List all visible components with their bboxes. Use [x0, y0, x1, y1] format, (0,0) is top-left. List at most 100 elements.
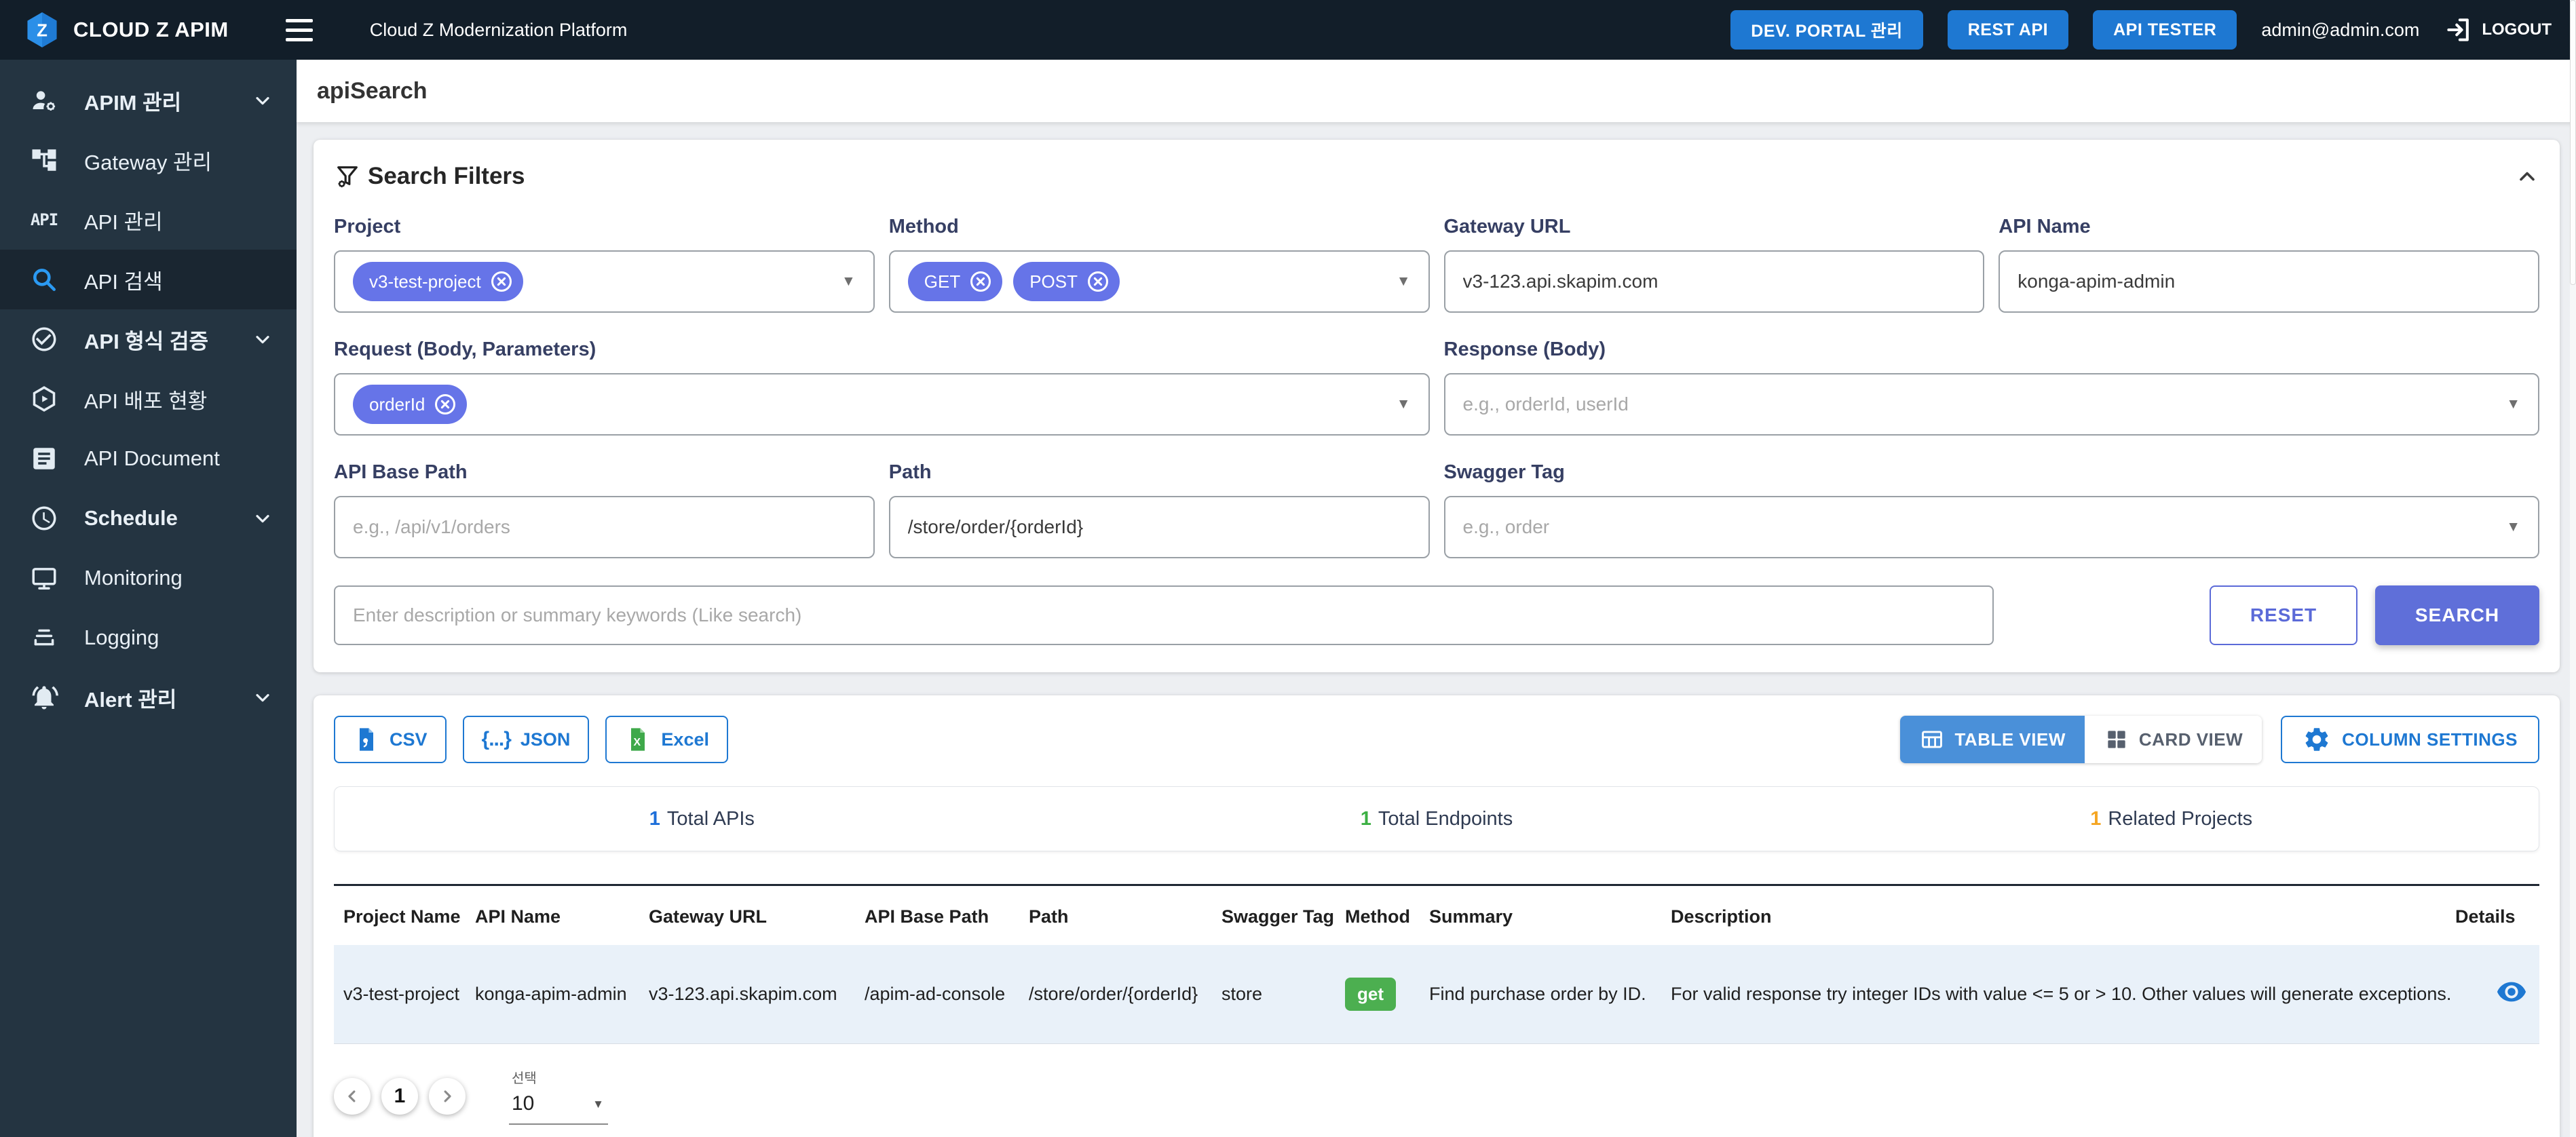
path-input[interactable] — [908, 516, 1411, 538]
menu-icon[interactable] — [282, 15, 317, 45]
export-csv-label: CSV — [390, 729, 428, 750]
brand-text: CLOUD Z APIM — [73, 18, 229, 42]
swagger-tag-input[interactable] — [1463, 516, 2491, 538]
api-text-icon: API — [29, 204, 60, 235]
reset-button[interactable]: RESET — [2210, 585, 2357, 645]
cell-gateway-url: v3-123.api.skapim.com — [649, 945, 865, 1044]
chip-label: v3-test-project — [369, 271, 481, 292]
chip-label: POST — [1029, 271, 1078, 292]
export-json-button[interactable]: {...} JSON — [463, 716, 590, 763]
stat-value: 1 — [2090, 808, 2101, 830]
monitor-icon — [29, 562, 60, 594]
sidebar-item-apim-admin[interactable]: APIM 관리 — [0, 71, 297, 130]
export-excel-button[interactable]: X Excel — [605, 716, 728, 763]
sidebar-item-api-validation[interactable]: API 형식 검증 — [0, 309, 297, 369]
api-name-label: API Name — [1999, 216, 2539, 238]
project-chip: v3-test-project — [353, 262, 523, 301]
dev-portal-button[interactable]: DEV. PORTAL 관리 — [1730, 10, 1922, 50]
topbar-actions: DEV. PORTAL 관리 REST API API TESTER admin… — [1730, 10, 2552, 50]
api-base-path-input[interactable] — [353, 516, 856, 538]
per-page-select[interactable]: 선택 10 ▼ — [509, 1067, 608, 1125]
remove-circle-icon[interactable] — [489, 269, 514, 294]
sidebar-item-api-admin[interactable]: API API 관리 — [0, 190, 297, 250]
prev-page-button[interactable] — [334, 1078, 371, 1115]
project-select[interactable]: v3-test-project ▼ — [334, 250, 875, 313]
chevron-down-icon[interactable] — [252, 687, 273, 708]
results-card: CSV {...} JSON X Excel TABLE VIEW — [314, 695, 2560, 1137]
request-select[interactable]: orderId ▼ — [334, 373, 1430, 436]
filter-method: Method GET POST — [889, 216, 1430, 313]
sidebar-item-api-document[interactable]: API Document — [0, 429, 297, 488]
platform-title: Cloud Z Modernization Platform — [370, 20, 628, 41]
logging-icon — [29, 622, 60, 653]
table-view-label: TABLE VIEW — [1954, 729, 2065, 750]
chevron-down-icon[interactable] — [252, 328, 273, 350]
swagger-tag-select[interactable]: ▼ — [1444, 496, 2540, 558]
sidebar-item-label: API Document — [84, 446, 220, 471]
response-select[interactable]: ▼ — [1444, 373, 2540, 436]
path-fieldbox — [889, 496, 1430, 558]
sidebar-item-logging[interactable]: Logging — [0, 608, 297, 668]
sidebar-item-api-deploy-status[interactable]: API 배포 현황 — [0, 369, 297, 429]
rest-api-button[interactable]: REST API — [1948, 10, 2068, 50]
chevron-down-icon[interactable] — [252, 507, 273, 529]
method-label: Method — [889, 216, 1430, 238]
response-label: Response (Body) — [1444, 339, 2540, 361]
filter-grid: Project v3-test-project ▼ Method — [334, 216, 2539, 558]
table-row[interactable]: v3-test-project konga-apim-admin v3-123.… — [334, 945, 2539, 1044]
filter-swagger-tag: Swagger Tag ▼ — [1444, 461, 2540, 558]
filter-project: Project v3-test-project ▼ — [334, 216, 875, 313]
view-details-button[interactable] — [2496, 976, 2527, 1007]
hexagon-deploy-icon — [29, 383, 60, 415]
chevron-up-icon[interactable] — [2515, 164, 2539, 189]
search-filters-header: Search Filters — [334, 160, 2539, 193]
user-gear-icon — [29, 85, 60, 116]
sidebar-item-gateway-admin[interactable]: Gateway 관리 — [0, 130, 297, 190]
sidebar-item-label: API 배포 현황 — [84, 384, 207, 415]
login-arrow-icon — [2444, 15, 2474, 45]
sidebar-item-monitoring[interactable]: Monitoring — [0, 548, 297, 608]
gateway-url-input[interactable] — [1463, 271, 1966, 292]
export-csv-button[interactable]: CSV — [334, 716, 447, 763]
results-toolbar: CSV {...} JSON X Excel TABLE VIEW — [334, 716, 2539, 763]
sidebar-item-label: API 형식 검증 — [84, 324, 208, 355]
sidebar-item-label: API 관리 — [84, 205, 163, 235]
stat-total-endpoints: 1Total Endpoints — [1069, 808, 1804, 830]
keyword-input[interactable] — [353, 604, 1975, 626]
table-view-button[interactable]: TABLE VIEW — [1900, 716, 2084, 763]
sidebar-item-alert-admin[interactable]: Alert 관리 — [0, 668, 297, 727]
project-label: Project — [334, 216, 875, 238]
request-label: Request (Body, Parameters) — [334, 339, 1430, 361]
page-number-button[interactable]: 1 — [381, 1078, 418, 1115]
column-settings-button[interactable]: COLUMN SETTINGS — [2281, 716, 2539, 763]
logout-button[interactable]: LOGOUT — [2444, 15, 2552, 45]
col-api-base-path: API Base Path — [865, 885, 1029, 946]
table-header-row: Project Name API Name Gateway URL API Ba… — [334, 885, 2539, 946]
sidebar-item-api-search[interactable]: API 검색 — [0, 250, 297, 309]
chip-label: orderId — [369, 394, 425, 415]
method-select[interactable]: GET POST ▼ — [889, 250, 1430, 313]
network-tree-icon — [29, 144, 60, 176]
stat-label: Total APIs — [667, 808, 755, 830]
sidebar-item-label: APIM 관리 — [84, 85, 181, 116]
card-grid-icon — [2104, 727, 2129, 752]
page-scrollbar[interactable] — [2570, 0, 2576, 1137]
card-view-button[interactable]: CARD VIEW — [2085, 716, 2262, 763]
remove-circle-icon[interactable] — [433, 392, 457, 417]
per-page-label: 선택 — [512, 1067, 605, 1087]
chevron-right-icon — [438, 1087, 457, 1106]
api-name-input[interactable] — [2018, 271, 2520, 292]
api-tester-button[interactable]: API TESTER — [2093, 10, 2237, 50]
sidebar-item-schedule[interactable]: Schedule — [0, 488, 297, 548]
response-input[interactable] — [1463, 393, 2491, 415]
next-page-button[interactable] — [429, 1078, 466, 1115]
caret-down-icon: ▼ — [2506, 519, 2520, 535]
search-button[interactable]: SEARCH — [2375, 585, 2539, 645]
scrollbar-thumb[interactable] — [2570, 0, 2576, 285]
remove-circle-icon[interactable] — [1086, 269, 1110, 294]
gateway-url-label: Gateway URL — [1444, 216, 1985, 238]
remove-circle-icon[interactable] — [968, 269, 993, 294]
csv-file-icon — [353, 726, 380, 753]
method-chip-post: POST — [1013, 262, 1120, 301]
chevron-down-icon[interactable] — [252, 90, 273, 111]
